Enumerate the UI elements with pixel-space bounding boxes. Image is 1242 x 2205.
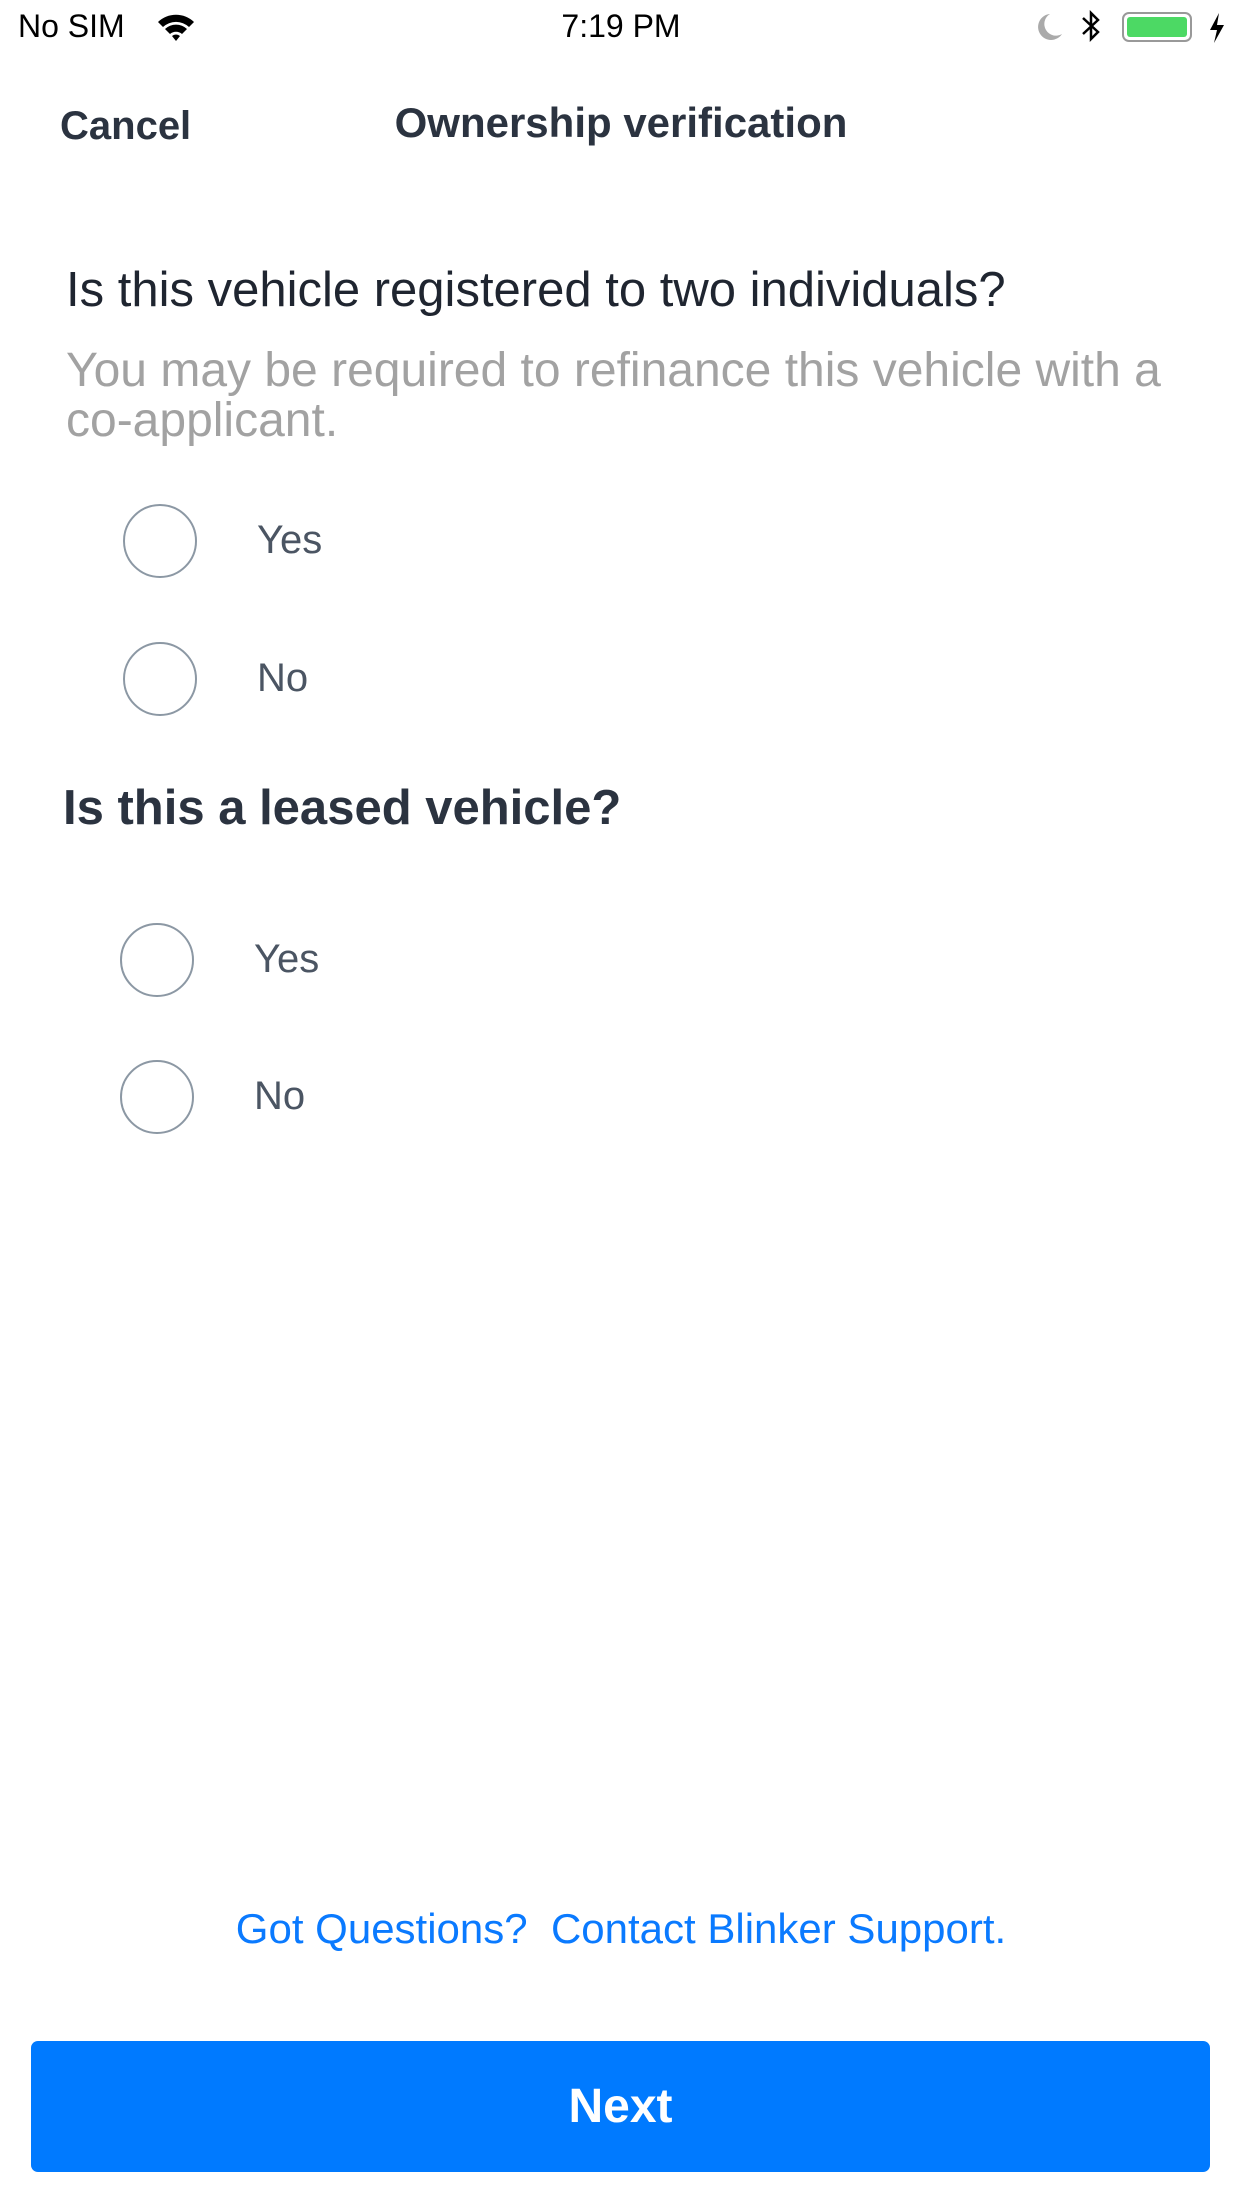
next-button[interactable]: Next bbox=[31, 2041, 1210, 2172]
leased-no-radio[interactable] bbox=[120, 1060, 194, 1134]
question-registered-title: Is this vehicle registered to two indivi… bbox=[66, 263, 1006, 317]
registered-yes-radio[interactable] bbox=[123, 504, 197, 578]
question-registered-subtitle: You may be required to refinance this ve… bbox=[66, 344, 1161, 447]
registered-no-label[interactable]: No bbox=[257, 656, 308, 701]
leased-yes-radio[interactable] bbox=[120, 923, 194, 997]
bluetooth-icon bbox=[1082, 9, 1100, 43]
registered-yes-label[interactable]: Yes bbox=[257, 518, 322, 563]
moon-icon bbox=[1038, 14, 1062, 40]
support-links: Got Questions? Contact Blinker Support. bbox=[0, 1905, 1242, 1953]
leased-no-label[interactable]: No bbox=[254, 1074, 305, 1119]
registered-no-radio[interactable] bbox=[123, 642, 197, 716]
question-leased-title: Is this a leased vehicle? bbox=[63, 781, 622, 835]
got-questions-link[interactable]: Got Questions? bbox=[236, 1905, 528, 1952]
page-title: Ownership verification bbox=[394, 99, 848, 146]
charging-icon bbox=[1210, 13, 1224, 43]
contact-support-link[interactable]: Contact Blinker Support. bbox=[551, 1905, 1006, 1952]
leased-yes-label[interactable]: Yes bbox=[254, 937, 319, 982]
battery-icon bbox=[1122, 12, 1192, 42]
